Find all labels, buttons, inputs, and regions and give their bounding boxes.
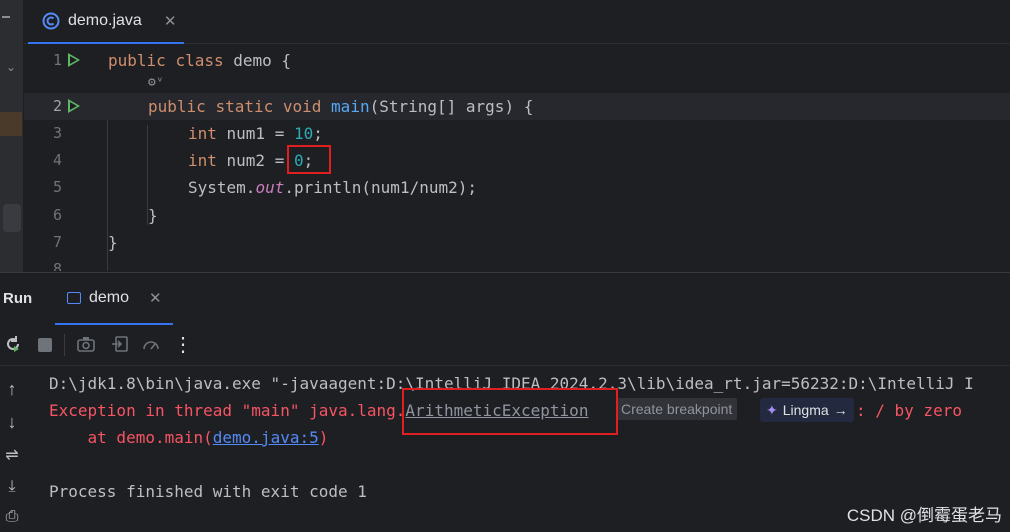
- code-token: num2 =: [226, 151, 294, 170]
- code-token: static: [215, 97, 283, 116]
- console-line-exit: Process finished with exit code 1: [49, 482, 367, 501]
- line-number: 2: [52, 97, 62, 115]
- lingma-button[interactable]: ✦ Lingma →: [760, 398, 854, 422]
- code-editor[interactable]: 1 public class demo { ⚙ᵛ 2 public static…: [24, 45, 1010, 271]
- close-tab-icon[interactable]: ✕: [164, 12, 177, 30]
- exception-prefix: Exception in thread "main" java.lang.: [49, 401, 406, 420]
- console-side-tools: ↑ ↓ ⇌ ⤓ ⎙: [0, 366, 26, 532]
- structure-tool-button[interactable]: [3, 204, 21, 232]
- line-number: 1: [52, 51, 62, 69]
- scroll-to-end-icon[interactable]: ⤓: [1, 476, 23, 498]
- line-number: 6: [52, 206, 62, 224]
- lingma-icon: ✦: [766, 402, 778, 418]
- coverage-icon[interactable]: [140, 334, 162, 356]
- up-arrow-icon[interactable]: ↑: [1, 378, 23, 400]
- ai-inlay-icon[interactable]: ⚙ᵛ: [148, 75, 164, 90]
- down-arrow-icon[interactable]: ↓: [1, 411, 23, 433]
- import-icon[interactable]: [109, 334, 131, 356]
- minimize-icon[interactable]: [2, 16, 10, 18]
- code-token: int: [188, 124, 227, 143]
- console-line-stack: at demo.main(demo.java:5): [49, 424, 329, 451]
- left-tool-strip: ⌄: [0, 0, 24, 272]
- code-line-6[interactable]: 6 }: [24, 202, 1010, 229]
- run-icon[interactable]: [68, 99, 80, 113]
- code-text: public class demo {: [108, 47, 291, 74]
- code-token: }: [108, 233, 118, 252]
- code-token: void: [282, 97, 332, 116]
- line-number: 3: [52, 124, 62, 142]
- code-token: ;: [313, 124, 323, 143]
- source-link[interactable]: demo.java:5: [213, 428, 319, 447]
- code-token: }: [148, 206, 158, 225]
- code-text: }: [108, 229, 118, 256]
- code-token: .println(num1/num2);: [284, 178, 477, 197]
- close-run-tab-icon[interactable]: ✕: [149, 289, 162, 307]
- java-class-icon: [42, 12, 60, 30]
- run-tab-demo[interactable]: demo ✕: [55, 273, 173, 325]
- code-token: num1 =: [226, 124, 294, 143]
- line-number: 7: [52, 233, 62, 251]
- code-token: (String[] args) {: [369, 97, 534, 116]
- toolbar-divider: [64, 334, 65, 356]
- print-icon[interactable]: ⎙: [1, 506, 23, 528]
- code-line-5[interactable]: 5 System.out.println(num1/num2);: [24, 174, 1010, 201]
- code-line-1[interactable]: 1 public class demo {: [24, 47, 1010, 74]
- soft-wrap-icon[interactable]: ⇌: [1, 445, 23, 467]
- code-token: demo {: [233, 51, 292, 70]
- highlight-box-zero: [287, 145, 331, 174]
- line-number: 4: [52, 151, 62, 169]
- code-token: class: [175, 51, 234, 70]
- code-text: System.out.println(num1/num2);: [108, 174, 477, 201]
- code-token: System.: [188, 178, 256, 197]
- camera-icon[interactable]: [75, 334, 97, 356]
- ide-window: ⌄ demo.java ✕ 1 public class demo { ⚙ᵛ 2…: [0, 0, 1010, 532]
- code-text: int num2 = 0;: [108, 147, 313, 174]
- editor-tab-bar: demo.java ✕: [24, 0, 1010, 44]
- exception-message: : / by zero: [856, 401, 962, 420]
- stack-prefix: at demo.main(: [49, 428, 213, 447]
- code-line-3[interactable]: 3 int num1 = 10;: [24, 120, 1010, 147]
- code-text: public static void main(String[] args) {: [108, 93, 533, 120]
- line-number: 5: [52, 178, 62, 196]
- create-breakpoint-button[interactable]: Create breakpoint: [616, 398, 738, 420]
- code-text: int num1 = 10;: [108, 120, 323, 147]
- line-number: 8: [52, 260, 62, 271]
- code-line-4[interactable]: 4 int num2 = 0;: [24, 147, 1010, 174]
- chevron-down-icon[interactable]: ⌄: [6, 60, 20, 74]
- code-token: out: [255, 178, 285, 197]
- stack-suffix: ): [318, 428, 329, 447]
- bookmark-marker: [0, 112, 22, 136]
- run-icon[interactable]: [68, 53, 80, 67]
- watermark: CSDN @倒霉蛋老马: [846, 506, 1002, 525]
- run-panel-header: Run demo ✕: [0, 272, 1010, 325]
- code-line-7[interactable]: 7 }: [24, 229, 1010, 256]
- tab-label: demo.java: [68, 12, 142, 29]
- code-text: }: [108, 202, 158, 229]
- lingma-label: Lingma: [782, 402, 829, 418]
- more-options-icon[interactable]: ⋮: [172, 334, 194, 356]
- highlight-box-exception: [402, 388, 618, 435]
- stop-icon[interactable]: [34, 334, 56, 356]
- arrow-right-icon: →: [833, 402, 848, 418]
- code-line-2[interactable]: 2 public static void main(String[] args)…: [24, 93, 1010, 120]
- run-panel-title: Run: [3, 290, 33, 307]
- run-tab-label: demo: [89, 289, 130, 306]
- code-token: int: [188, 151, 227, 170]
- rerun-icon[interactable]: [2, 334, 24, 356]
- code-token: 10: [293, 124, 314, 143]
- code-token: main: [331, 97, 370, 116]
- code-token: public: [148, 97, 216, 116]
- run-toolbar: ⋮: [0, 324, 1010, 366]
- tab-demo-java[interactable]: demo.java ✕: [28, 0, 184, 44]
- console-icon: [67, 292, 81, 304]
- code-line-8[interactable]: 8: [24, 256, 1010, 271]
- code-token: public: [108, 51, 176, 70]
